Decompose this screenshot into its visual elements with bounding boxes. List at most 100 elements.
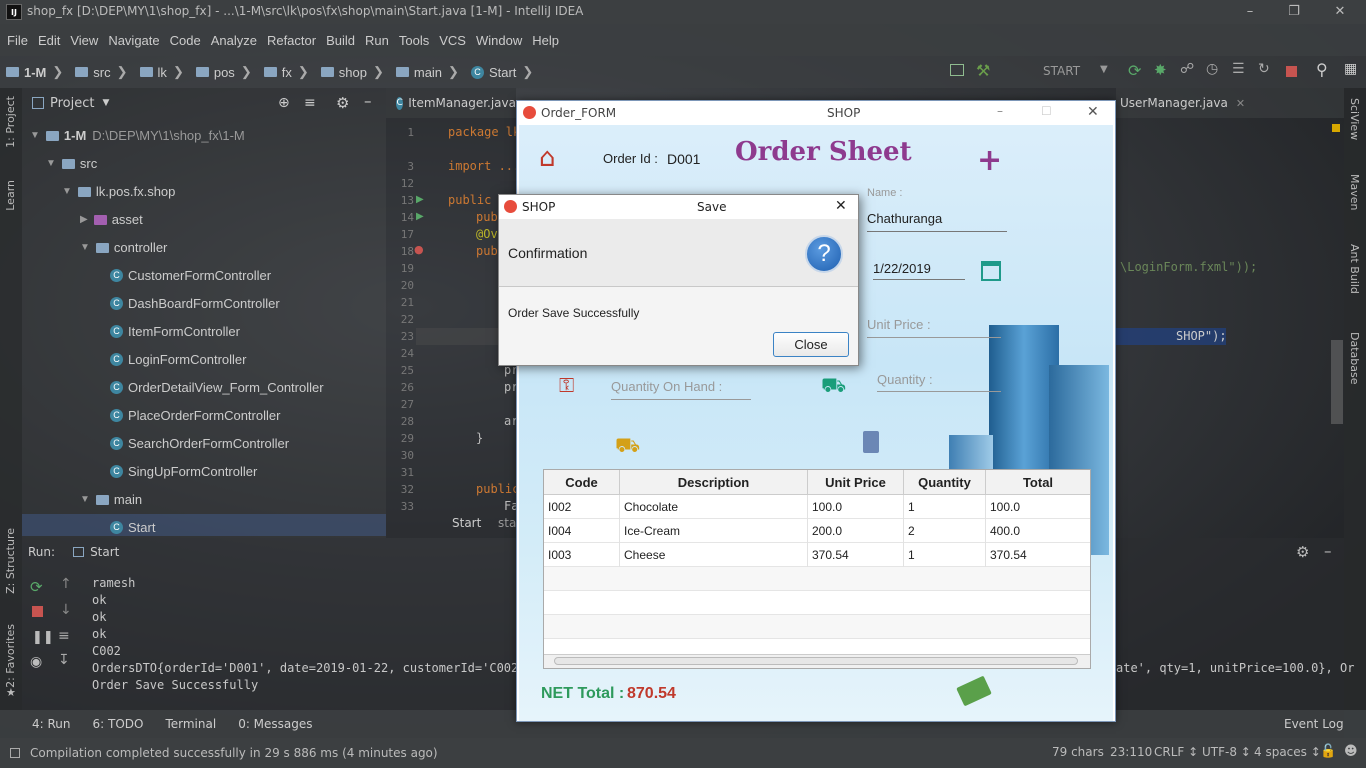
breadcrumb-start[interactable]: C Start ❯ (470, 64, 539, 80)
close-tab-icon[interactable]: ✕ (1236, 97, 1245, 110)
menu-run[interactable]: Run (365, 33, 389, 48)
breadcrumb-shop[interactable]: shop ❯ (320, 64, 390, 80)
menu-navigate[interactable]: Navigate (108, 33, 159, 48)
home-icon[interactable]: ⌂ (539, 143, 556, 173)
close-icon[interactable]: ✕ (835, 198, 847, 214)
tree-item-asset[interactable]: ▶ asset (80, 212, 143, 227)
menu-file[interactable]: File (7, 33, 28, 48)
lock-icon[interactable]: 🔓 (1320, 744, 1336, 759)
gear-icon[interactable]: ⚙ (1296, 543, 1309, 561)
tree-item-controller[interactable]: ▼ controller (80, 240, 167, 255)
camera-icon[interactable]: ◉ (30, 654, 42, 670)
chevron-down-icon[interactable]: ▼ (102, 98, 109, 108)
menu-window[interactable]: Window (476, 33, 522, 48)
column-header-quantity[interactable]: Quantity (904, 470, 986, 495)
menu-refactor[interactable]: Refactor (267, 33, 316, 48)
coverage-shield-icon[interactable]: ☍ (1180, 61, 1194, 77)
menu-analyze[interactable]: Analyze (211, 33, 257, 48)
tree-item-class[interactable]: C PlaceOrderFormController (110, 408, 280, 423)
close-icon[interactable]: ✕ (1087, 104, 1099, 120)
editor-scrollbar[interactable] (1331, 340, 1343, 424)
tab-maven[interactable]: Maven (1348, 174, 1361, 210)
table-row[interactable]: I003 Cheese 370.54 1 370.54 (544, 543, 1090, 567)
tree-item-src[interactable]: ▼ src (46, 156, 97, 171)
unit-price-field[interactable]: Unit Price : (867, 317, 931, 332)
tab-database[interactable]: Database (1348, 332, 1361, 385)
tab-todo[interactable]: 6: TODO (93, 717, 144, 731)
menu-help[interactable]: Help (532, 33, 559, 48)
status-encoding[interactable]: UTF-8 ↕ (1202, 745, 1251, 759)
tree-item-class[interactable]: C DashBoardFormController (110, 296, 280, 311)
menu-tools[interactable]: Tools (399, 33, 429, 48)
breadcrumb-fx[interactable]: fx ❯ (263, 64, 315, 80)
menu-vcs[interactable]: VCS (439, 33, 466, 48)
column-header-unit-price[interactable]: Unit Price (808, 470, 904, 495)
arrow-down-icon[interactable]: ↓ (60, 602, 72, 618)
tab-run[interactable]: 4: Run (32, 717, 71, 731)
presentation-icon[interactable]: ▦ (1344, 61, 1357, 77)
editor-breadcrumb[interactable]: sta (498, 516, 516, 530)
minimize-icon[interactable]: – (997, 104, 1003, 118)
editor-tab[interactable]: C ItemManager.java (386, 88, 516, 118)
stop-icon[interactable] (32, 606, 43, 617)
stop-icon[interactable] (1286, 66, 1297, 77)
close-button[interactable]: Close (773, 332, 849, 357)
tab-favorites[interactable]: 2: Favorites (4, 624, 17, 688)
debug-bug-icon[interactable]: ✸ (1154, 61, 1167, 79)
tab-ant-build[interactable]: Ant Build (1348, 244, 1361, 294)
layout-icon[interactable] (950, 64, 964, 76)
minimize-icon[interactable]: – (1240, 2, 1260, 22)
search-icon[interactable]: ⚲ (1316, 60, 1328, 79)
breadcrumb-lk[interactable]: lk ❯ (139, 64, 190, 80)
menu-code[interactable]: Code (170, 33, 201, 48)
hide-icon[interactable]: – (1324, 542, 1332, 560)
tab-project[interactable]: 1: Project (4, 96, 17, 148)
cart-icon[interactable]: ⛟ (821, 373, 846, 400)
tree-item-module[interactable]: ▼ 1-M D:\DEP\MY\1\shop_fx\1-M (30, 128, 245, 143)
breadcrumb-pos[interactable]: pos ❯ (195, 64, 258, 80)
tab-structure[interactable]: Z: Structure (4, 528, 17, 594)
inspector-icon[interactable]: ☻ (1344, 744, 1358, 759)
chevron-down-icon[interactable]: ▼ (1100, 64, 1108, 75)
tree-item-main[interactable]: ▼ main (80, 492, 142, 507)
project-header-label[interactable]: Project (50, 96, 94, 111)
close-icon[interactable]: ✕ (1330, 2, 1350, 22)
rerun-icon[interactable]: ⟳ (1128, 61, 1141, 80)
arrow-up-icon[interactable]: ↑ (60, 576, 72, 592)
tree-item-class[interactable]: C CustomerFormController (110, 268, 271, 283)
customer-name-field[interactable]: Chathuranga (867, 211, 942, 226)
tree-item-class[interactable]: C SearchOrderFormController (110, 436, 289, 451)
status-position[interactable]: 23:110 (1110, 745, 1152, 759)
locate-icon[interactable]: ⊕ (278, 95, 290, 111)
scrollbar-thumb[interactable] (554, 657, 1078, 665)
add-to-cart-icon[interactable]: ⛟ (615, 433, 640, 460)
menu-view[interactable]: View (70, 33, 98, 48)
run-config-tab[interactable]: Start (90, 545, 119, 559)
override-gutter-icon[interactable]: ● (414, 243, 424, 256)
pause-icon[interactable]: ❚❚ (32, 630, 54, 645)
breadcrumb-src[interactable]: src ❯ (75, 64, 133, 80)
breadcrumb-module[interactable]: 1-M ❯ (6, 64, 69, 80)
tree-item-class[interactable]: C SingUpFormController (110, 464, 257, 479)
table-row[interactable]: I002 Chocolate 100.0 1 100.0 (544, 495, 1090, 519)
delete-trash-icon[interactable] (863, 431, 879, 453)
payment-icon[interactable] (956, 675, 992, 707)
run-gutter-icon[interactable]: ▶ (416, 211, 424, 222)
column-header-total[interactable]: Total (986, 470, 1090, 495)
tree-item-class[interactable]: C LoginFormController (110, 352, 247, 367)
collapse-icon[interactable]: ≡ (304, 95, 316, 111)
run-gutter-icon[interactable]: ▶ (416, 194, 424, 205)
build-hammer-icon[interactable]: ⚒ (976, 61, 990, 80)
code-editor[interactable]: C ItemManager.java 1 3 12 13 14 17 18 19 … (386, 88, 520, 538)
editor-tab-usermanager[interactable]: UserManager.java ✕ (1116, 88, 1344, 118)
warning-marker[interactable] (1332, 124, 1340, 132)
rerun-icon[interactable]: ⟳ (30, 578, 43, 596)
table-horizontal-scrollbar[interactable] (544, 654, 1090, 668)
order-items-table[interactable]: Code Description Unit Price Quantity Tot… (543, 469, 1091, 669)
tree-item-start[interactable]: C Start (110, 520, 155, 535)
maximize-icon[interactable]: ☐ (1041, 104, 1052, 118)
hide-icon[interactable]: – (364, 92, 372, 110)
tree-item-class[interactable]: C OrderDetailView_Form_Controller (110, 380, 324, 395)
table-row[interactable]: I004 Ice-Cream 200.0 2 400.0 (544, 519, 1090, 543)
menu-edit[interactable]: Edit (38, 33, 60, 48)
